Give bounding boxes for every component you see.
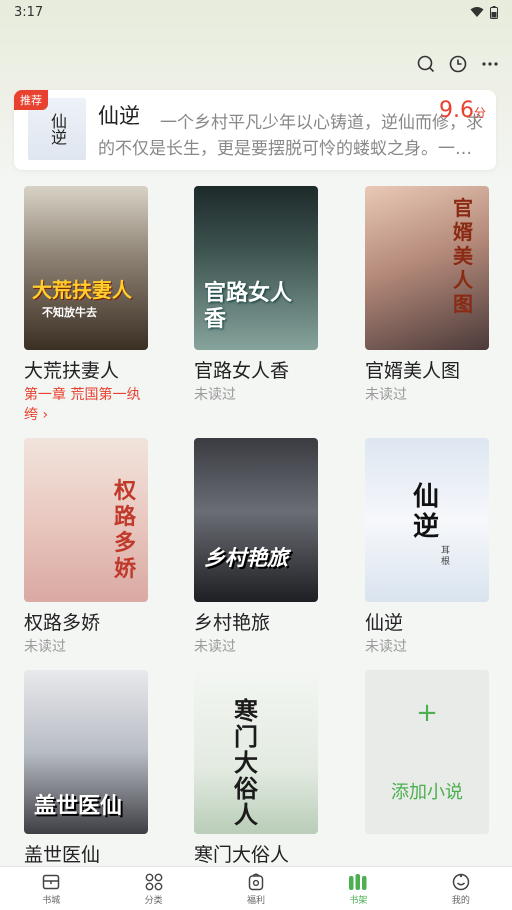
book-cover[interactable]: 官路女人香 [194,186,318,350]
welfare-icon [246,872,266,892]
search-button[interactable] [416,54,436,74]
battery-icon [490,5,498,19]
book-cover[interactable]: 权路多娇 [24,438,148,602]
tab-bookshelf[interactable]: 书架 [307,867,409,910]
recommend-score: 9.6分 [439,98,486,123]
category-icon [144,872,164,892]
status-icons [470,5,498,19]
profile-icon [451,872,471,892]
book-cover-title: 寒门大俗人 [234,696,258,829]
book-item[interactable]: 仙逆 耳根 仙逆 未读过 [365,438,489,657]
status-time: 3:17 [14,4,44,20]
add-novel-label: 添加小说 [391,782,463,803]
book-title: 乡村艳旅 [194,612,271,634]
tab-category[interactable]: 分类 [102,867,204,910]
tab-label: 分类 [144,895,163,906]
tab-label: 书城 [42,895,61,906]
book-item[interactable]: 寒门大俗人 寒门大俗人 [194,670,318,867]
book-title: 权路多娇 [24,612,101,634]
tab-label: 书架 [349,895,368,906]
book-item[interactable]: 权路多娇 权路多娇 未读过 [24,438,148,657]
plus-icon: + [416,698,438,728]
book-cover[interactable]: 盖世医仙 [24,670,148,834]
book-cover-title: 大荒扶妻人 [32,278,132,302]
more-button[interactable] [480,54,500,74]
recommend-score-unit: 分 [473,106,486,120]
tab-profile[interactable]: 我的 [410,867,512,910]
recommend-description: 一个乡村平凡少年以心铸道，逆仙而修，求的不仅是长生，更是要摆脱可怜的蝼蚁之身。一… [98,113,483,159]
add-novel-button[interactable]: + 添加小说 [365,670,489,834]
book-progress: 未读过 [194,387,236,403]
book-title: 仙逆 [365,612,404,634]
book-cover[interactable]: 官婿美人图 [365,186,489,350]
book-cover[interactable]: 乡村艳旅 [194,438,318,602]
tab-label: 福利 [247,895,266,906]
book-title: 盖世医仙 [24,844,101,866]
book-cover[interactable]: 大荒扶妻人 不知放牛去 [24,186,148,350]
book-title: 官婿美人图 [365,360,461,382]
book-progress: 未读过 [365,639,407,655]
book-progress: 第一章 荒国第一纨绔 › [24,387,141,423]
book-title: 大荒扶妻人 [24,360,120,382]
book-cover-title: 乡村艳旅 [204,545,288,570]
book-progress: 未读过 [24,639,66,655]
book-item[interactable]: 盖世医仙 盖世医仙 [24,670,148,867]
book-cover-title: 官婿美人图 [453,196,473,316]
book-cover-title: 仙逆 [413,482,440,542]
tab-label: 我的 [451,895,470,906]
wifi-icon [470,7,484,17]
recommend-card[interactable]: 推荐 仙逆 一个乡村平凡少年以心铸道，逆仙而修，求的不仅是长生，更是要摆脱可怜的… [14,90,496,170]
book-cover[interactable]: 仙逆 耳根 [365,438,489,602]
book-cover-title: 官路女人香 [204,280,293,332]
book-item[interactable]: 官婿美人图 官婿美人图 未读过 [365,186,489,405]
book-cover-title: 权路多娇 [114,478,137,582]
recommend-score-value: 9.6 [438,98,474,123]
book-cover-author: 耳根 [441,546,451,567]
tab-bookstore[interactable]: 书城 [0,867,102,910]
book-title: 官路女人香 [194,360,290,382]
book-progress: 未读过 [365,387,407,403]
bookshelf-icon [348,872,368,892]
recommend-badge: 推荐 [14,90,48,110]
book-item[interactable]: 乡村艳旅 乡村艳旅 未读过 [194,438,318,657]
book-cover[interactable]: 寒门大俗人 [194,670,318,834]
bottom-tab-bar: 书城 分类 福利 书架 我的 [0,866,512,910]
book-item[interactable]: 大荒扶妻人 不知放牛去 大荒扶妻人 第一章 荒国第一纨绔 › [24,186,148,425]
book-title: 寒门大俗人 [194,844,290,866]
book-item[interactable]: 官路女人香 官路女人香 未读过 [194,186,318,405]
recommend-title: 仙逆 [98,104,140,128]
book-cover-author: 不知放牛去 [42,306,97,319]
status-bar: 3:17 [0,0,512,24]
clock-icon [449,55,467,73]
tab-welfare[interactable]: 福利 [205,867,307,910]
book-progress: 未读过 [194,639,236,655]
top-toolbar [416,54,500,74]
history-button[interactable] [448,54,468,74]
bookstore-icon [41,872,61,892]
more-dots-icon [482,62,498,66]
search-icon [417,55,435,73]
recommend-cover-text: 仙逆 [48,113,67,145]
book-cover-title: 盖世医仙 [34,793,123,819]
